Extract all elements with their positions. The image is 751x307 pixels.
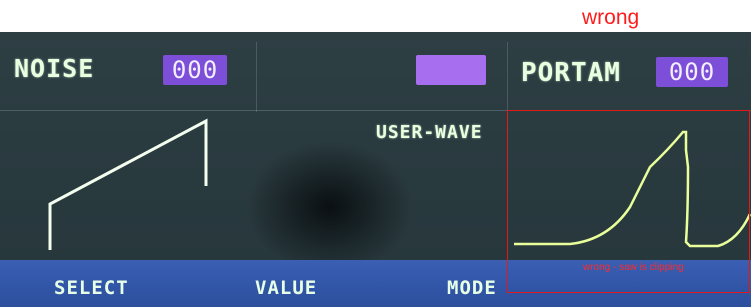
user-wave-label: USER-WAVE bbox=[376, 122, 483, 143]
select-softkey[interactable]: SELECT bbox=[54, 277, 129, 299]
mode-softkey[interactable]: MODE bbox=[447, 277, 497, 299]
portam-label: PORTAM bbox=[521, 58, 621, 88]
saw-wave-trace bbox=[48, 118, 208, 250]
noise-value-field[interactable]: 000 bbox=[163, 55, 227, 85]
noise-label: NOISE bbox=[14, 54, 95, 83]
value-softkey[interactable]: VALUE bbox=[255, 277, 317, 299]
purple-selector-box[interactable] bbox=[416, 55, 486, 85]
divider-vertical-right bbox=[507, 42, 508, 112]
portam-value-field[interactable]: 000 bbox=[656, 57, 728, 87]
wrong-annotation: wrong bbox=[582, 6, 640, 29]
divider-vertical-left bbox=[256, 42, 257, 112]
saw-wave-left bbox=[48, 118, 208, 250]
clipping-annotation: wrong - saw is clipping bbox=[583, 262, 684, 273]
